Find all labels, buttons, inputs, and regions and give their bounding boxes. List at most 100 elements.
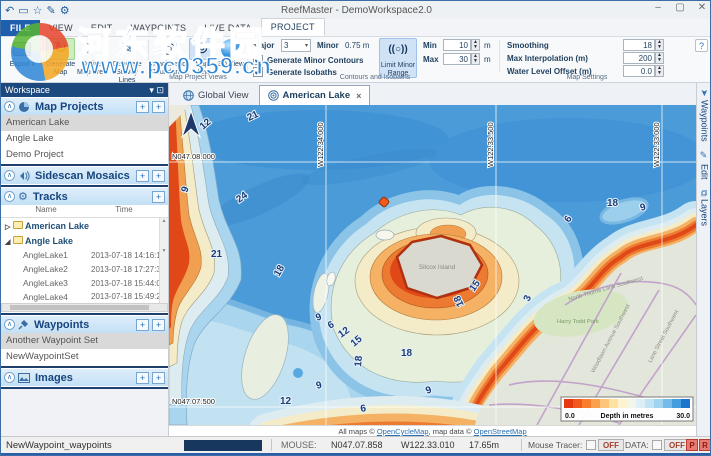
svg-text:N047.08.000: N047.08.000 bbox=[172, 152, 215, 161]
track-folder-angle-lake[interactable]: ◢Angle Lake bbox=[1, 233, 168, 248]
tab-waypoints[interactable]: WAYPOINTS bbox=[122, 20, 196, 36]
generate-map-button[interactable]: ↻ Generate Map bbox=[46, 38, 75, 80]
define-map-area-icon: ➤ bbox=[77, 38, 107, 60]
list-item-demo-project[interactable]: Demo Project bbox=[1, 147, 168, 163]
depth-legend: 0.0 Depth in metres 30.0 bbox=[561, 397, 693, 421]
tab-edit[interactable]: EDIT bbox=[82, 20, 122, 36]
section-sidescan-mosaics[interactable]: ∧ Sidescan Mosaics + + bbox=[1, 166, 168, 184]
tab-american-lake[interactable]: American Lake × bbox=[259, 85, 371, 105]
section-images[interactable]: ∧ Images + + bbox=[1, 368, 168, 386]
map-view-icon: ⊚ bbox=[189, 38, 215, 60]
collapse-icon[interactable]: ∧ bbox=[4, 191, 15, 202]
side-tab-layers[interactable]: ⧉ Layers bbox=[700, 190, 710, 226]
svg-text:18: 18 bbox=[353, 355, 365, 367]
minimize-button[interactable]: – bbox=[650, 2, 666, 13]
max-interpolation-spinner[interactable]: ▲▼ bbox=[655, 52, 664, 64]
tab-project[interactable]: PROJECT bbox=[261, 18, 325, 36]
add-tracks-button[interactable]: + bbox=[152, 191, 165, 203]
waypoints-title: Waypoints bbox=[32, 319, 133, 331]
min-input[interactable]: 10 bbox=[443, 39, 471, 51]
mouse-tracer-toggle[interactable] bbox=[586, 440, 596, 450]
import-image-button[interactable]: + bbox=[152, 372, 165, 384]
openstreetmap-link[interactable]: OpenStreetMap bbox=[474, 427, 527, 436]
section-map-projects[interactable]: ∧ Map Projects + + bbox=[1, 97, 168, 115]
import-map-project-button[interactable]: + bbox=[152, 101, 165, 113]
track-row[interactable]: AngleLake22013-07-18 17:27:37 bbox=[1, 262, 168, 276]
close-tab-icon[interactable]: × bbox=[356, 91, 361, 101]
collapse-icon[interactable]: ∧ bbox=[4, 372, 15, 383]
generate-minor-contours-label: Generate Minor Contours bbox=[267, 56, 363, 65]
tab-global-view[interactable]: Global View bbox=[175, 85, 257, 105]
min-spinner[interactable]: ▲▼ bbox=[471, 39, 480, 51]
column-time[interactable]: Time bbox=[91, 205, 157, 217]
svg-text:W122.33.500: W122.33.500 bbox=[486, 122, 495, 167]
mouse-tracer-off-button[interactable]: OFF bbox=[598, 439, 624, 451]
data-toggle[interactable] bbox=[652, 440, 662, 450]
horizontal-scrollbar[interactable] bbox=[1, 303, 168, 312]
add-waypoint-set-button[interactable]: + bbox=[136, 319, 149, 331]
expander-expanded-icon[interactable]: ◢ bbox=[5, 238, 13, 246]
images-title: Images bbox=[33, 372, 133, 384]
collapse-icon[interactable]: ∧ bbox=[4, 319, 15, 330]
record-button[interactable]: R bbox=[699, 439, 711, 451]
smoothing-spinner[interactable]: ▲▼ bbox=[655, 39, 664, 51]
define-map-area-button[interactable]: ➤ Define Map Area bbox=[77, 38, 107, 80]
pin-icon[interactable]: ⊡ bbox=[156, 85, 164, 95]
generate-minor-contours-checkbox[interactable]: ✔ bbox=[253, 55, 263, 65]
list-item-another-waypoint-set[interactable]: Another Waypoint Set bbox=[1, 333, 168, 349]
tab-file[interactable]: FILE bbox=[1, 20, 40, 36]
major-select[interactable]: 3▾ bbox=[281, 39, 311, 52]
tab-view[interactable]: VIEW bbox=[40, 20, 82, 36]
export-icon bbox=[4, 38, 40, 60]
add-image-button[interactable]: + bbox=[136, 372, 149, 384]
play-button[interactable]: P bbox=[686, 439, 698, 451]
help-button[interactable]: ? bbox=[695, 39, 708, 52]
track-row[interactable]: AngleLake42013-07-18 15:49:26 bbox=[1, 290, 168, 303]
track-folder-american-lake[interactable]: ▷American Lake bbox=[1, 218, 168, 233]
map-canvas[interactable]: N047.08.000 N047.07.500 W122.34.000 W122… bbox=[169, 105, 696, 425]
list-item-angle-lake[interactable]: Angle Lake bbox=[1, 131, 168, 147]
tracks-title: Tracks bbox=[31, 191, 149, 203]
group-label-map-settings: Map Settings bbox=[507, 74, 667, 81]
vertical-scrollbar[interactable]: ▲▼ bbox=[159, 218, 168, 303]
progress-bar bbox=[184, 440, 262, 451]
add-map-project-button[interactable]: + bbox=[136, 101, 149, 113]
section-tracks[interactable]: ∧ ⚙ Tracks + bbox=[1, 187, 168, 205]
side-tab-waypoints[interactable]: ➤ Waypoints bbox=[700, 89, 710, 141]
side-tab-edit[interactable]: ✎ Edit bbox=[700, 151, 710, 180]
import-sidescan-button[interactable]: + bbox=[152, 170, 165, 182]
collapse-icon[interactable]: ∧ bbox=[4, 101, 15, 112]
status-selection: NewWaypoint_waypoints bbox=[6, 440, 112, 451]
workspace-title: Workspace bbox=[5, 83, 50, 97]
track-row[interactable]: AngleLake12013-07-18 14:16:15 bbox=[1, 248, 168, 262]
list-item-new-waypoint-set[interactable]: NewWaypointSet bbox=[1, 349, 168, 365]
minor-label: Minor bbox=[317, 41, 339, 50]
list-item-american-lake[interactable]: American Lake bbox=[1, 115, 168, 131]
column-name[interactable]: Name bbox=[1, 205, 91, 217]
svg-text:Depth in metres: Depth in metres bbox=[601, 413, 654, 420]
expander-collapsed-icon[interactable]: ▷ bbox=[5, 223, 13, 231]
import-waypoint-set-button[interactable]: + bbox=[152, 319, 165, 331]
map-area: Global View American Lake × bbox=[169, 83, 696, 436]
opencyclemap-link[interactable]: OpenCycleMap bbox=[377, 427, 429, 436]
mouse-depth: 17.65m bbox=[469, 440, 499, 450]
target-icon: ◎ bbox=[151, 38, 187, 60]
ribbon-tab-bar: FILE VIEW EDIT WAYPOINTS LIVE DATA PROJE… bbox=[1, 19, 711, 37]
export-button[interactable]: Export ▾ bbox=[4, 38, 40, 80]
max-interpolation-input[interactable]: 200 bbox=[623, 52, 655, 64]
limit-minor-range-button[interactable]: ((○)) Limit Minor Range bbox=[379, 38, 417, 78]
collapse-icon[interactable]: ∧ bbox=[4, 170, 15, 181]
dropdown-icon[interactable]: ▾ bbox=[149, 85, 154, 95]
section-waypoints[interactable]: ∧ Waypoints + + bbox=[1, 315, 168, 333]
max-input[interactable]: 30 bbox=[443, 53, 471, 65]
max-spinner[interactable]: ▲▼ bbox=[471, 53, 480, 65]
smoothing-input[interactable]: 18 bbox=[623, 39, 655, 51]
track-row[interactable]: AngleLake32013-07-18 15:44:05 bbox=[1, 276, 168, 290]
close-button[interactable]: ✕ bbox=[694, 2, 710, 13]
tab-live-data[interactable]: LIVE DATA bbox=[195, 20, 260, 36]
generate-survey-lines-button[interactable]: ✎ Generate Survey Lines bbox=[109, 38, 145, 80]
add-sidescan-button[interactable]: + bbox=[136, 170, 149, 182]
group-label-map-project-views: Map Project Views bbox=[151, 74, 245, 81]
maximize-button[interactable]: ▢ bbox=[672, 2, 688, 13]
max-label: Max bbox=[423, 55, 439, 64]
